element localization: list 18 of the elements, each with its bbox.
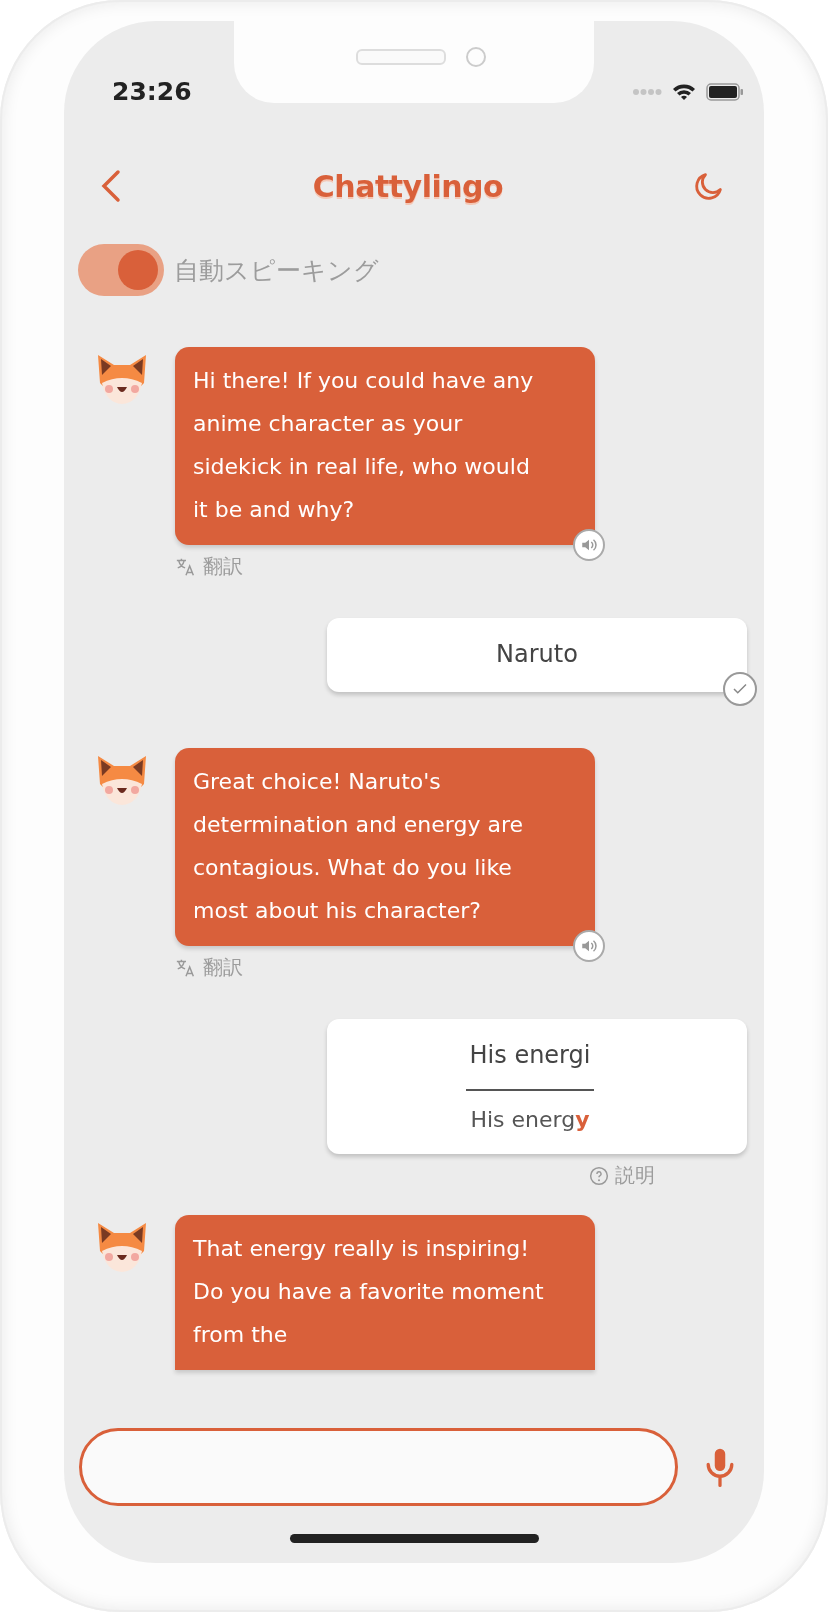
speaker-button[interactable] xyxy=(573,529,605,561)
corrected-text: His energy xyxy=(470,1107,590,1134)
user-message-text: Naruto xyxy=(496,639,578,670)
auto-speaking-toggle[interactable] xyxy=(78,244,164,296)
translate-button[interactable]: 翻訳 xyxy=(175,553,243,580)
original-text: His energi xyxy=(469,1040,591,1069)
battery-icon xyxy=(706,83,744,101)
help-icon xyxy=(589,1165,609,1186)
status-time: 23:26 xyxy=(112,77,192,106)
explain-button[interactable]: 説明 xyxy=(589,1162,655,1189)
app-title: Chattylingo xyxy=(312,168,504,204)
auto-speaking-label: 自動スピーキング xyxy=(174,254,379,287)
signal-icon xyxy=(632,88,662,96)
bot-message: That energy really is inspiring! Do you have a favorite moment from the xyxy=(175,1215,595,1370)
speaker-button[interactable] xyxy=(573,930,605,962)
wifi-icon xyxy=(672,83,696,101)
translate-button[interactable]: 翻訳 xyxy=(175,954,243,981)
camera-icon xyxy=(466,47,486,67)
